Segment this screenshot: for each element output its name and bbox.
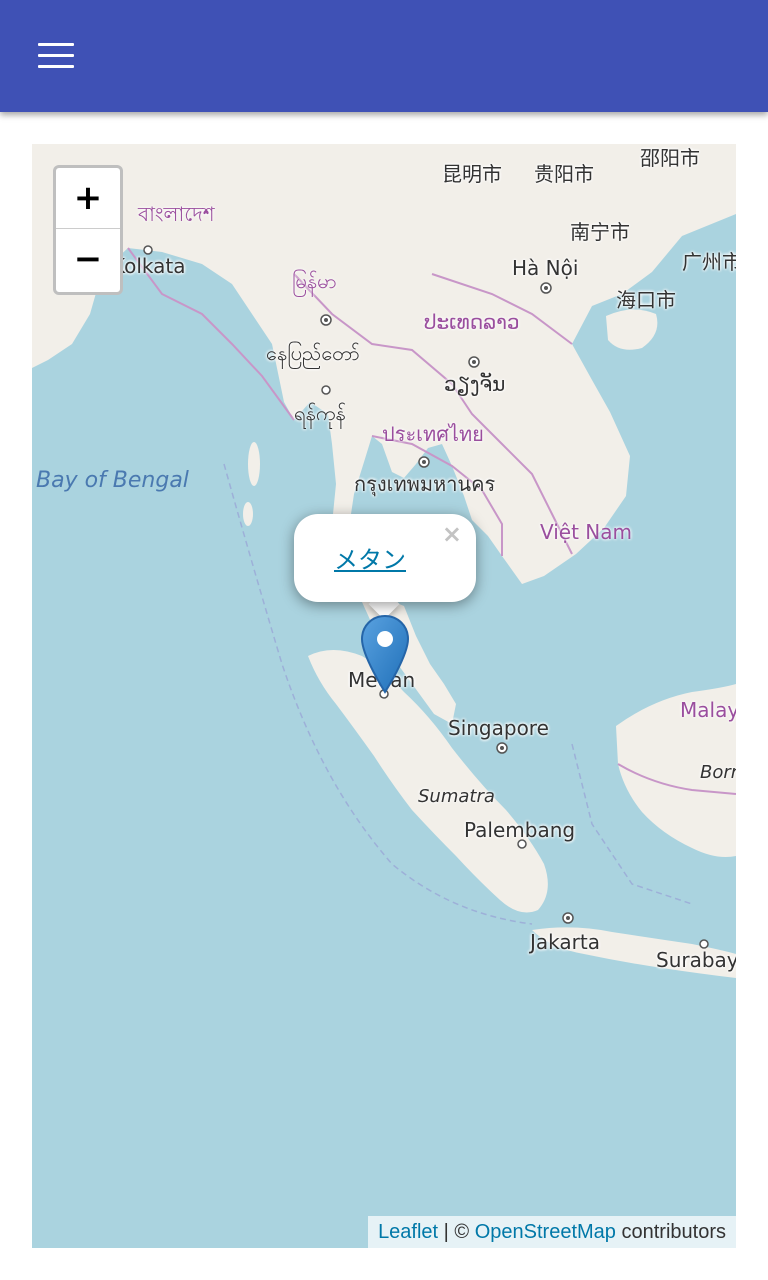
map-label-bay-of-bengal: Bay of Bengal xyxy=(36,468,189,493)
popup-place-link[interactable]: メタン xyxy=(334,540,406,575)
map-label-sumatra: Sumatra xyxy=(418,786,495,807)
menu-line xyxy=(38,54,74,57)
map-label-nanning: 南宁市 xyxy=(570,220,630,244)
app-bar xyxy=(0,0,768,112)
map-label-bangkok: กรุงเทพมหานคร xyxy=(354,472,496,496)
zoom-out-button[interactable]: − xyxy=(56,229,120,289)
map-label-haikou: 海口市 xyxy=(616,288,676,312)
map-label-bangladesh: বাংলাদেশ xyxy=(138,202,215,226)
attribution-suffix: contributors xyxy=(615,1221,726,1243)
zoom-in-button[interactable]: + xyxy=(56,168,120,229)
menu-line xyxy=(38,65,74,68)
map-label-laos: ປະເທດລາວ xyxy=(424,310,520,334)
map-label-guiyang: 贵阳市 xyxy=(534,162,594,186)
map-attribution: Leaflet | © OpenStreetMap contributors xyxy=(368,1216,736,1248)
attribution-separator: | © xyxy=(438,1221,475,1243)
popup-close-button[interactable]: × xyxy=(442,520,462,548)
map-label-vientiane: ວຽງຈັນ xyxy=(444,372,506,396)
map-label-surabaya: Surabay xyxy=(656,948,736,972)
map-container[interactable]: 昆明市 贵阳市 邵阳市 বাংলাদেশ 南宁市 Kolkata Hà Nội … xyxy=(32,144,736,1248)
map-label-kunming: 昆明市 xyxy=(442,162,502,186)
hamburger-menu-icon[interactable] xyxy=(22,32,90,80)
map-label-borneo: Borr xyxy=(700,762,736,783)
map-label-singapore: Singapore xyxy=(448,716,549,740)
leaflet-link[interactable]: Leaflet xyxy=(378,1221,438,1243)
map-label-palembang: Palembang xyxy=(464,818,576,842)
map-label-kolkata: Kolkata xyxy=(112,254,186,278)
openstreetmap-link[interactable]: OpenStreetMap xyxy=(475,1221,616,1243)
zoom-control: + − xyxy=(53,165,123,295)
map-label-naypyidaw: နေပြည်တော် xyxy=(266,341,360,365)
map-label-malaysia: Malay xyxy=(680,698,736,722)
map-label-myanmar: မြန်မာ xyxy=(292,269,337,293)
map-label-hanoi: Hà Nội xyxy=(512,256,579,280)
map-marker-icon[interactable] xyxy=(360,614,410,696)
map-label-thailand: ประเทศไทย xyxy=(382,422,484,446)
map-label-jakarta: Jakarta xyxy=(530,930,600,954)
map-label-yangon: ရန်ကုန် xyxy=(294,401,346,425)
marker-popup: メタン × xyxy=(294,514,476,602)
map-label-guangzhou: 广州市 xyxy=(682,250,736,274)
map-label-vietnam: Việt Nam xyxy=(540,520,633,544)
map-label-shaoyang: 邵阳市 xyxy=(640,146,700,170)
menu-line xyxy=(38,43,74,46)
